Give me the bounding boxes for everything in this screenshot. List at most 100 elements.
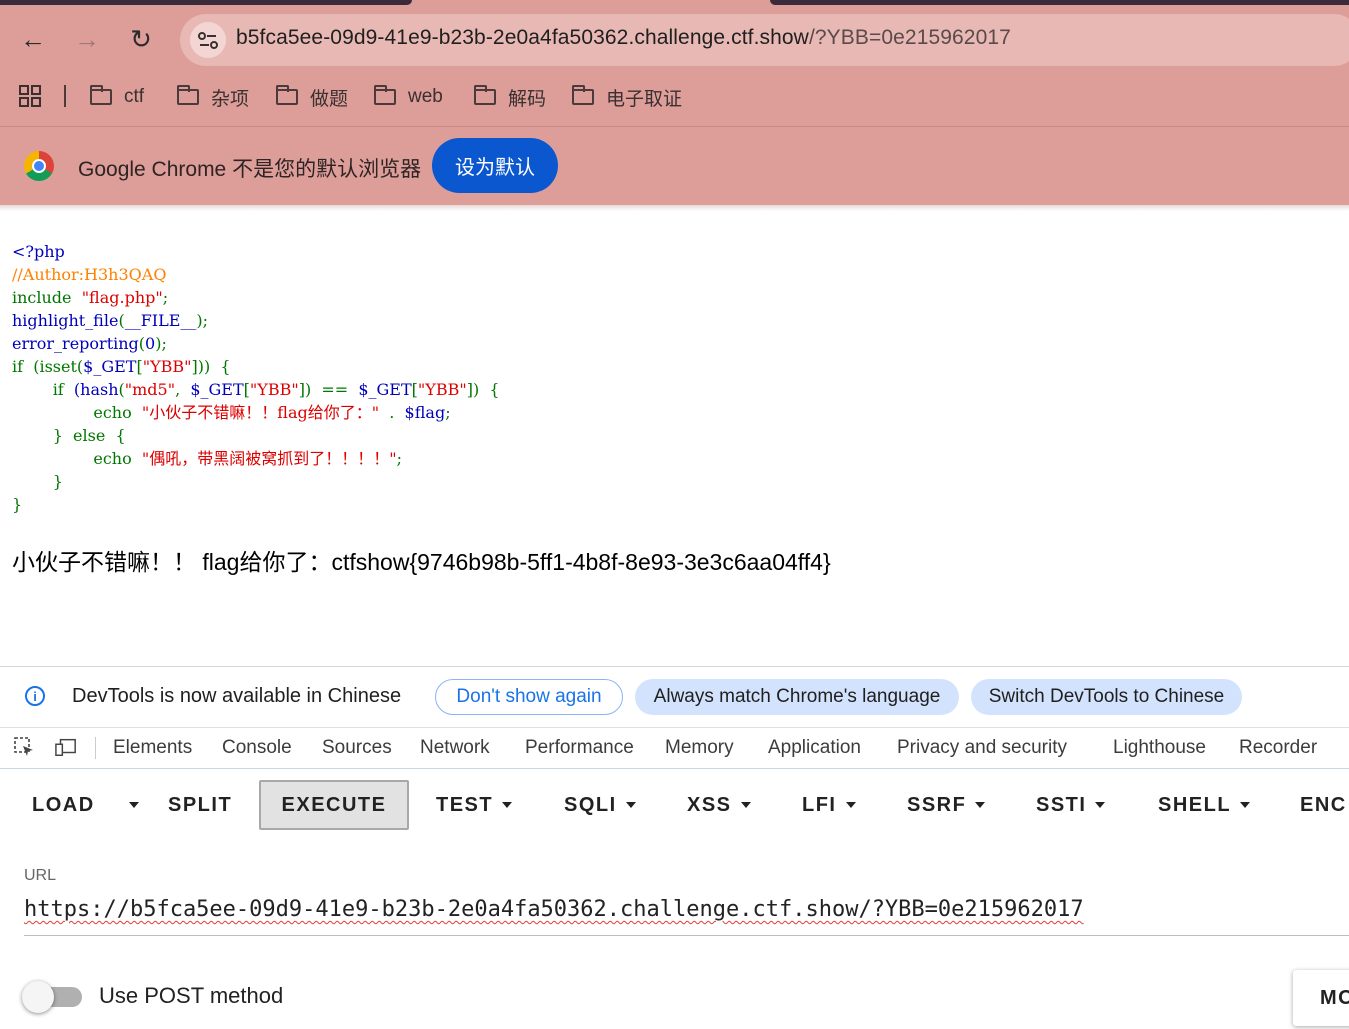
bookmark-web[interactable]: web xyxy=(374,84,443,110)
tab-lighthouse[interactable]: Lighthouse xyxy=(1113,737,1206,759)
execute-button[interactable]: EXECUTE xyxy=(259,780,409,830)
flag-output: 小伙子不错嘛！！ flag给你了：ctfshow{9746b98b-5ff1-4… xyxy=(12,549,831,575)
tab-console[interactable]: Console xyxy=(222,737,292,759)
lfi-menu-button[interactable]: LFI xyxy=(802,780,856,830)
always-match-language-button[interactable]: Always match Chrome's language xyxy=(635,679,959,715)
code-token: error_reporting xyxy=(12,334,139,353)
switch-to-chinese-button[interactable]: Switch DevTools to Chinese xyxy=(971,679,1242,715)
ssti-menu-button[interactable]: SSTI xyxy=(1036,780,1106,830)
bookmark-label: 做题 xyxy=(310,88,349,110)
bookmark-label: 杂项 xyxy=(211,88,250,110)
code-token: $_GET xyxy=(358,380,412,399)
bookmark-misc[interactable]: 杂项 xyxy=(177,84,249,110)
url-text[interactable]: b5fca5ee-09d9-41e9-b23b-2e0a4fa50362.cha… xyxy=(236,26,1011,50)
inspect-element-icon[interactable] xyxy=(13,736,35,758)
reload-icon[interactable]: ↻ xyxy=(123,21,159,57)
code-token: __FILE__ xyxy=(124,311,197,330)
sqli-menu-button[interactable]: SQLI xyxy=(564,780,636,830)
ssti-label: SSTI xyxy=(1036,793,1087,816)
code-token: (hash xyxy=(73,380,119,399)
code-token: . xyxy=(379,403,405,422)
info-icon: i xyxy=(25,686,45,706)
execute-label: EXECUTE xyxy=(281,793,387,816)
code-token: "YBB" xyxy=(249,380,299,399)
tab-application[interactable]: Application xyxy=(768,737,861,759)
bookmark-label: ctf xyxy=(124,86,145,107)
bookmark-exercises[interactable]: 做题 xyxy=(276,84,348,110)
bookmark-forensics[interactable]: 电子取证 xyxy=(572,84,682,110)
code-line: <?php xyxy=(12,240,65,263)
tab-recorder[interactable]: Recorder xyxy=(1239,737,1317,759)
set-default-button[interactable]: 设为默认 xyxy=(432,138,558,193)
encoding-label: ENC xyxy=(1300,793,1347,816)
code-token: echo xyxy=(12,403,142,422)
bookmark-ctf[interactable]: ctf xyxy=(90,84,144,110)
tab-elements[interactable]: Elements xyxy=(113,737,192,759)
code-token: } else { xyxy=(12,426,126,445)
code-line: error_reporting(0); xyxy=(12,332,167,355)
folder-icon xyxy=(474,85,496,105)
url-input-text: https://b5fca5ee-09d9-41e9-b23b-2e0a4fa5… xyxy=(24,897,1084,922)
tab-performance[interactable]: Performance xyxy=(525,737,634,759)
folder-icon xyxy=(90,85,112,105)
forward-icon[interactable]: → xyxy=(69,21,105,57)
chevron-down-icon xyxy=(740,802,751,808)
hackbar-url-input[interactable]: https://b5fca5ee-09d9-41e9-b23b-2e0a4fa5… xyxy=(24,897,1349,936)
xss-menu-button[interactable]: XSS xyxy=(687,780,751,830)
split-button[interactable]: SPLIT xyxy=(168,780,232,830)
apps-grid-icon[interactable] xyxy=(18,84,42,108)
url-field-label: URL xyxy=(24,867,57,884)
code-token: ; xyxy=(445,403,451,422)
toolbar-divider xyxy=(0,126,1349,127)
modify-header-button[interactable]: MO xyxy=(1293,970,1349,1026)
tab-network[interactable]: Network xyxy=(420,737,490,759)
code-token: $flag xyxy=(404,403,446,422)
url-path: /?YBB=0e215962017 xyxy=(808,26,1011,49)
code-token: "小伙子不错嘛！！flag给你了：" xyxy=(141,403,380,422)
code-token: "flag.php" xyxy=(81,288,163,307)
chevron-down-icon xyxy=(1095,802,1106,808)
ssrf-label: SSRF xyxy=(907,793,967,816)
lfi-label: LFI xyxy=(802,793,837,816)
code-token: include xyxy=(12,288,82,307)
tab-memory[interactable]: Memory xyxy=(665,737,734,759)
split-label: SPLIT xyxy=(168,793,233,816)
code-line: highlight_file(__FILE__); xyxy=(12,309,208,332)
encoding-menu-button[interactable]: ENC xyxy=(1300,780,1347,830)
test-menu-button[interactable]: TEST xyxy=(436,780,513,830)
bookmark-decode[interactable]: 解码 xyxy=(474,84,546,110)
code-token: "md5" xyxy=(124,380,176,399)
chevron-down-icon xyxy=(129,802,139,808)
tab-privacy-security[interactable]: Privacy and security xyxy=(897,737,1067,759)
code-line: if (hash("md5", $_GET["YBB"]) == $_GET["… xyxy=(12,378,500,401)
toggle-knob[interactable] xyxy=(22,981,54,1013)
dont-show-again-button[interactable]: Don't show again xyxy=(435,679,623,715)
code-token: ); xyxy=(155,334,167,353)
post-method-label: Use POST method xyxy=(99,983,284,1008)
default-browser-message: Google Chrome 不是您的默认浏览器 xyxy=(78,158,422,181)
code-token: "偶吼，带黑阔被窝抓到了！！！！" xyxy=(141,449,397,468)
shell-menu-button[interactable]: SHELL xyxy=(1158,780,1251,830)
test-label: TEST xyxy=(436,793,494,816)
code-token: if xyxy=(12,380,74,399)
sqli-label: SQLI xyxy=(564,793,617,816)
load-dropdown-button[interactable] xyxy=(120,780,139,830)
device-toolbar-icon[interactable] xyxy=(55,736,77,758)
bookmark-divider xyxy=(64,85,66,107)
back-icon[interactable]: ← xyxy=(15,21,51,57)
tab-sources[interactable]: Sources xyxy=(322,737,392,759)
code-line: include "flag.php"; xyxy=(12,286,168,309)
site-info-icon[interactable] xyxy=(190,22,226,58)
ssrf-menu-button[interactable]: SSRF xyxy=(907,780,986,830)
code-token: //Author:H3h3QAQ xyxy=(12,265,167,284)
load-button[interactable]: LOAD xyxy=(32,780,95,830)
folder-icon xyxy=(374,85,396,105)
code-line: //Author:H3h3QAQ xyxy=(12,263,166,286)
code-token: echo xyxy=(12,449,142,468)
code-line: echo "小伙子不错嘛！！flag给你了：" . $flag; xyxy=(12,401,451,424)
tab-strip-left xyxy=(0,0,412,5)
bookmark-label: 解码 xyxy=(508,88,547,110)
chevron-down-icon xyxy=(502,802,513,808)
code-line: if (isset($_GET["YBB"])) { xyxy=(12,355,231,378)
mo-label: MO xyxy=(1320,986,1349,1009)
